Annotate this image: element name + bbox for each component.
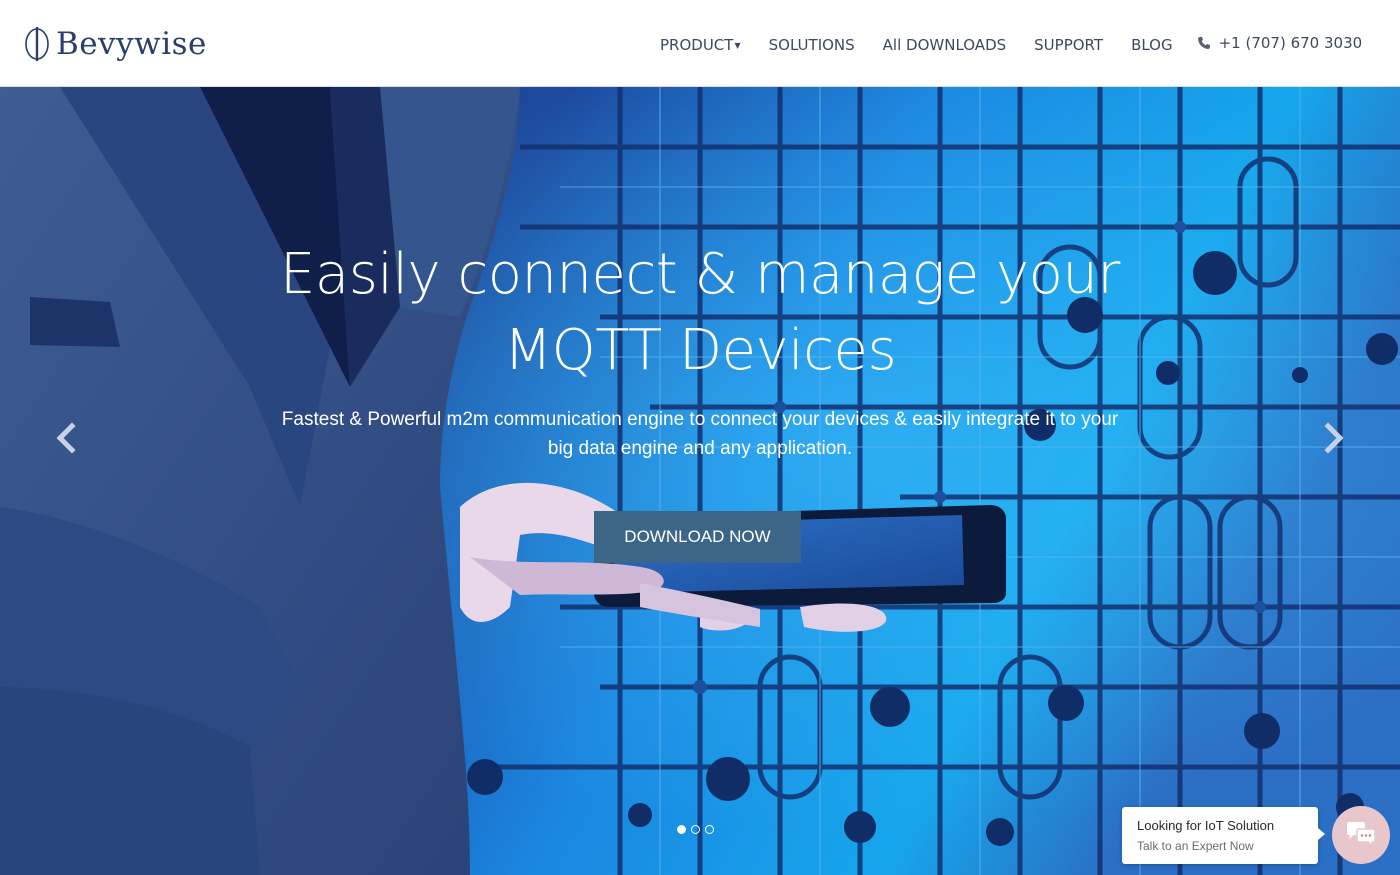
subline-line-1: Fastest & Powerful m2m communication eng… [281,409,1119,430]
chat-invite-subtitle: Talk to an Expert Now [1137,839,1254,853]
logo-mark-icon [25,27,49,61]
nav-item-all-downloads[interactable]: All DOWNLOADS [883,36,1006,54]
phone-number: +1 (707) 670 3030 [1218,33,1363,52]
headline-line-1: Easily connect & manage your [280,242,1120,307]
hero-subheadline: Fastest & Powerful m2m communication eng… [230,405,1170,463]
nav-item-label: PRODUCT [660,36,734,54]
hero-headline: Easily connect & manage your MQTT Device… [200,237,1200,389]
nav-item-solutions[interactable]: SOLUTIONS [769,36,855,54]
carousel-dot-2[interactable] [691,825,700,834]
carousel-dot-1[interactable] [677,825,686,834]
phone-icon [1197,36,1210,49]
chat-invite-title: Looking for IoT Solution [1137,818,1275,833]
carousel-prev-button[interactable] [52,421,82,455]
download-now-button[interactable]: DOWNLOAD NOW [594,511,801,563]
subline-line-2: big data engine and any application. [547,438,853,459]
caret-down-icon: ▼ [734,41,741,50]
phone-link[interactable]: +1 (707) 670 3030 [1197,33,1363,52]
nav-item-support[interactable]: SUPPORT [1034,36,1103,54]
nav-item-blog[interactable]: BLOG [1131,36,1173,54]
nav-item-product[interactable]: PRODUCT▼ [660,36,741,54]
brand-logo[interactable]: Bevywise [22,22,207,66]
chevron-right-icon [1324,422,1344,454]
carousel-indicators [677,825,719,834]
site-header: Bevywise PRODUCT▼ SOLUTIONS All DOWNLOAD… [0,0,1400,87]
chat-launcher-button[interactable] [1332,806,1390,864]
carousel-next-button[interactable] [1318,421,1348,455]
hero-background-image [0,87,1400,875]
chevron-left-icon [56,422,76,454]
logo-text: Bevywise [56,26,207,62]
chat-invite-card[interactable]: Looking for IoT Solution Talk to an Expe… [1122,807,1325,864]
carousel-dot-3[interactable] [705,825,714,834]
hero-slider: Easily connect & manage your MQTT Device… [0,87,1400,875]
chat-bubbles-icon [1347,822,1376,848]
main-nav: PRODUCT▼ SOLUTIONS All DOWNLOADS SUPPORT… [660,33,1363,55]
headline-line-2: MQTT Devices [503,318,897,383]
